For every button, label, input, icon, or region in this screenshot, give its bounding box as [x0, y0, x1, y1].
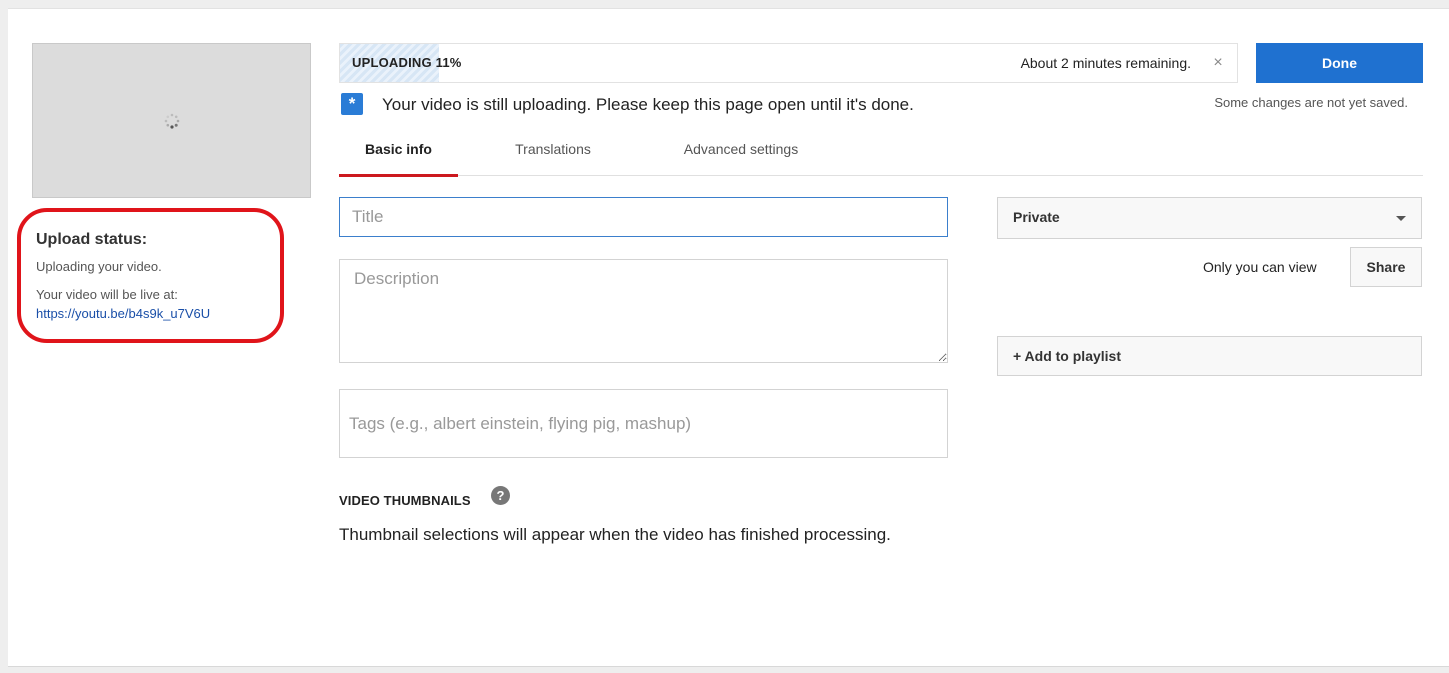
time-remaining: About 2 minutes remaining.	[1020, 55, 1191, 71]
video-preview	[32, 43, 311, 198]
upload-status-text: Uploading your video.	[36, 259, 162, 274]
description-input[interactable]	[339, 259, 948, 363]
star-icon: *	[341, 93, 363, 115]
thumbnails-message: Thumbnail selections will appear when th…	[339, 525, 891, 544]
privacy-select[interactable]: Private	[997, 197, 1422, 239]
close-icon[interactable]: ×	[1211, 54, 1225, 72]
share-button[interactable]: Share	[1350, 247, 1422, 287]
loading-spinner-icon	[164, 113, 180, 129]
video-thumbnails-heading: VIDEO THUMBNAILS	[339, 493, 471, 508]
tags-input[interactable]	[339, 389, 948, 458]
upload-progress-bar: UPLOADING 11% About 2 minutes remaining.…	[339, 43, 1238, 83]
tab-basic-info[interactable]: Basic info	[339, 134, 458, 177]
privacy-description: Only you can view	[1203, 259, 1317, 275]
save-status-text: Some changes are not yet saved.	[1214, 95, 1408, 110]
live-url-link[interactable]: https://youtu.be/b4s9k_u7V6U	[36, 306, 210, 321]
upload-status-title: Upload status:	[36, 231, 148, 248]
upload-status-highlight	[17, 208, 284, 343]
tab-bar: Basic info Translations Advanced setting…	[339, 134, 1423, 177]
upload-panel: Upload status: Uploading your video. You…	[8, 8, 1449, 667]
tab-advanced-settings[interactable]: Advanced settings	[657, 134, 825, 176]
done-button[interactable]: Done	[1256, 43, 1423, 83]
help-icon[interactable]: ?	[491, 486, 510, 505]
live-url-label: Your video will be live at:	[36, 287, 178, 302]
caret-down-icon	[1396, 216, 1406, 221]
upload-notice: Your video is still uploading. Please ke…	[382, 95, 914, 114]
title-input[interactable]	[339, 197, 948, 237]
privacy-selected-value: Private	[1013, 209, 1060, 225]
tab-translations[interactable]: Translations	[489, 134, 617, 176]
add-to-playlist-button[interactable]: + Add to playlist	[997, 336, 1422, 376]
upload-progress-label: UPLOADING 11%	[352, 55, 462, 70]
